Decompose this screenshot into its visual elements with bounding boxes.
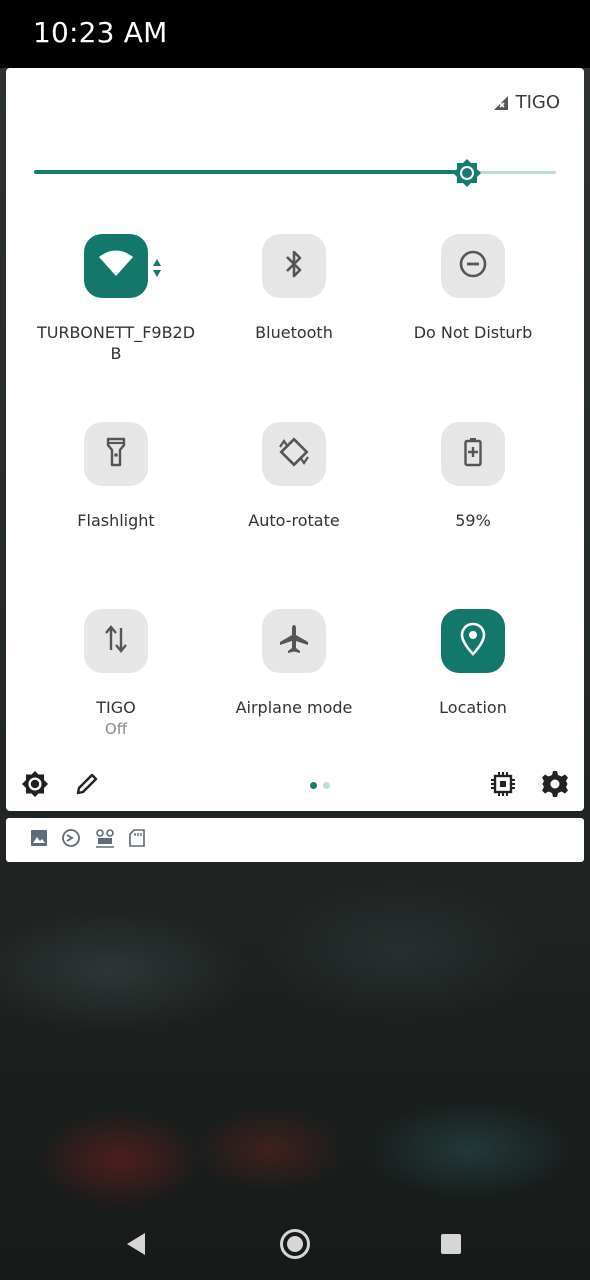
wifi-activity-icon: [152, 258, 162, 282]
brightness-slider-thumb[interactable]: [452, 158, 482, 188]
tile-label: 59%: [455, 511, 491, 530]
navigation-bar: [0, 1212, 590, 1280]
sd-card-icon: [129, 829, 145, 851]
edit-tiles-button[interactable]: [72, 771, 102, 801]
settings-icon: [541, 770, 569, 802]
location-icon: [460, 622, 486, 660]
tile-location[interactable]: Location: [383, 609, 563, 718]
tile-label: TIGO: [96, 698, 136, 717]
carrier-indicator: TIGO: [490, 92, 560, 113]
tile-label: Location: [439, 698, 507, 717]
tile-label: Do Not Disturb: [413, 323, 533, 342]
tile-flashlight[interactable]: Flashlight: [26, 422, 206, 531]
tile-label: Bluetooth: [255, 323, 333, 342]
status-bar: 10:23 AM: [0, 0, 590, 68]
tile-mobile-data[interactable]: TIGO Off: [26, 609, 206, 740]
brightness-slider-fill: [34, 170, 468, 174]
tile-battery[interactable]: 59%: [383, 422, 563, 531]
brightness-slider[interactable]: [34, 158, 556, 188]
chip-icon: [490, 771, 516, 801]
back-icon: [125, 1232, 147, 1260]
notification-icons-bar[interactable]: [6, 818, 584, 862]
tile-label: Flashlight: [77, 511, 155, 530]
tile-auto-rotate[interactable]: Auto-rotate: [204, 422, 384, 531]
battery-icon: [463, 437, 483, 471]
tile-label: TURBONETT_F9B2DB: [36, 323, 196, 363]
tile-airplane-mode[interactable]: Airplane mode: [204, 609, 384, 718]
dnd-toggle-button[interactable]: [441, 234, 505, 298]
mobile-data-icon: [103, 624, 129, 658]
airplane-icon: [278, 623, 310, 659]
back-button[interactable]: [118, 1228, 154, 1264]
app-icon: [61, 828, 81, 852]
recents-button[interactable]: [433, 1228, 469, 1264]
tile-label: Airplane mode: [235, 698, 353, 717]
home-icon: [279, 1228, 311, 1264]
page-dot: [323, 782, 330, 789]
auto-rotate-icon: [277, 435, 311, 473]
wifi-toggle-button[interactable]: [84, 234, 161, 298]
tile-do-not-disturb[interactable]: Do Not Disturb: [383, 234, 563, 343]
page-indicator: [310, 782, 330, 789]
bluetooth-icon: [283, 249, 305, 283]
brightness-auto-button[interactable]: [20, 771, 50, 801]
carrier-name: TIGO: [515, 92, 560, 113]
wifi-icon: [98, 250, 134, 282]
home-button[interactable]: [276, 1227, 314, 1265]
status-clock: 10:23 AM: [33, 16, 168, 49]
gallery-icon: [30, 829, 48, 851]
auto-rotate-toggle-button[interactable]: [262, 422, 326, 486]
tile-wifi[interactable]: TURBONETT_F9B2DB: [26, 234, 206, 364]
developer-options-button[interactable]: [488, 771, 518, 801]
edit-icon: [75, 772, 99, 800]
do-not-disturb-icon: [458, 249, 488, 283]
signal-off-icon: [490, 94, 510, 112]
tile-label: Auto-rotate: [248, 511, 340, 530]
airplane-mode-toggle-button[interactable]: [262, 609, 326, 673]
tile-sublabel: Off: [104, 720, 128, 738]
group-icon: [94, 828, 116, 852]
flashlight-toggle-button[interactable]: [84, 422, 148, 486]
flashlight-icon: [105, 437, 127, 471]
brightness-icon: [21, 770, 49, 802]
location-toggle-button[interactable]: [441, 609, 505, 673]
mobile-data-toggle-button[interactable]: [84, 609, 148, 673]
battery-saver-button[interactable]: [441, 422, 505, 486]
settings-button[interactable]: [540, 771, 570, 801]
tile-bluetooth[interactable]: Bluetooth: [204, 234, 384, 343]
bluetooth-toggle-button[interactable]: [262, 234, 326, 298]
recents-icon: [440, 1233, 462, 1259]
page-dot-active: [310, 782, 317, 789]
quick-settings-panel: TIGO TURBONETT_F9B2DB Bluetooth Do Not D…: [6, 68, 584, 811]
